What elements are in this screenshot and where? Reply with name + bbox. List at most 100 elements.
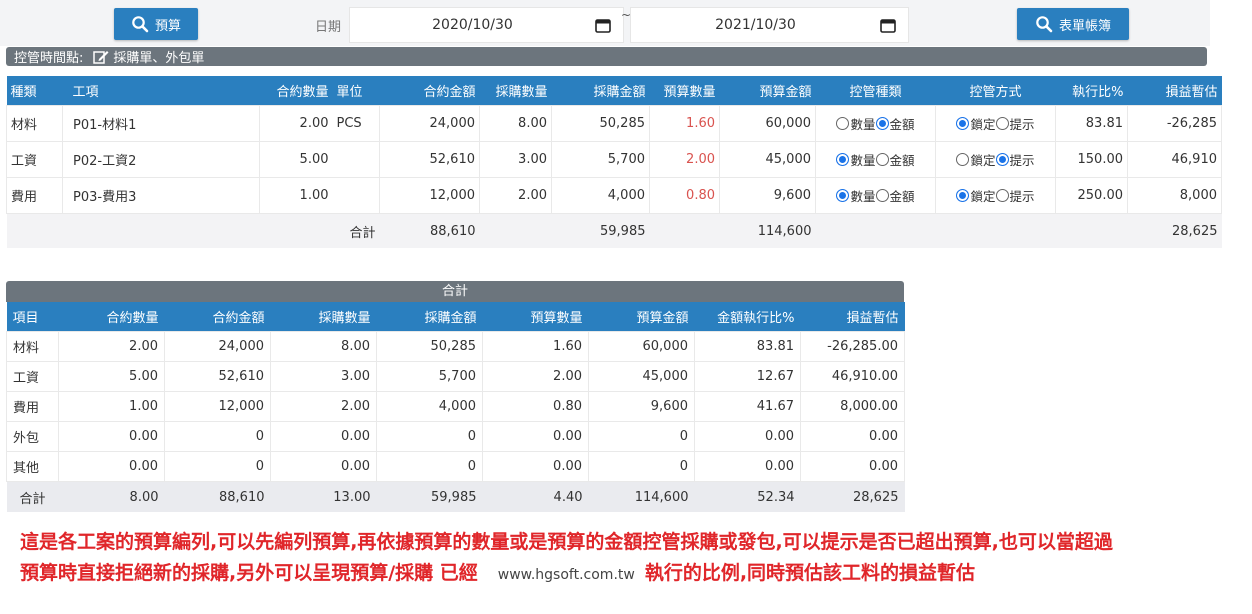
row-contract-qty: 1.00 [259, 177, 333, 214]
mode-hint-radio[interactable]: 提示 [995, 150, 1035, 169]
cell: 12,000 [164, 391, 271, 422]
row-contract-amt: 52,610 [379, 141, 480, 178]
row-profit-loss: 46,910 [1127, 141, 1222, 178]
cell: 其他 [6, 451, 59, 482]
cell: 46,910.00 [800, 361, 905, 392]
col-unit: 單位 [332, 76, 380, 106]
control-qty-radio[interactable]: 數量 [836, 114, 876, 133]
row-budget-amt-input[interactable]: 9,600 [719, 177, 816, 214]
cell: 0.00 [800, 451, 905, 482]
cell: 88,610 [164, 481, 271, 512]
cell: 45,000 [588, 361, 695, 392]
note-line-2a: 預算時直接拒絕新的採購,另外可以呈現預算/採購 已經 [20, 562, 478, 584]
cell: 28,625 [800, 481, 905, 512]
total-contract-amt: 88,610 [379, 213, 480, 248]
mode-lock-radio[interactable]: 鎖定 [956, 150, 996, 169]
radio-icon [875, 189, 889, 202]
top-toolbar: 預算 日期 2020/10/30 ~ 2021/10/30 表單帳簿 [0, 0, 1210, 46]
cell: 2.00 [58, 331, 165, 362]
radio-label: 數量 [850, 117, 876, 132]
cell: 材料 [6, 331, 59, 362]
calendar-icon[interactable] [880, 18, 896, 33]
col-purchase-amt: 採購金額 [551, 76, 650, 106]
cell: 13.00 [270, 481, 377, 512]
control-amt-radio[interactable]: 金額 [875, 114, 915, 133]
control-point-bar: 控管時間點: 採購單、外包單 [6, 47, 1207, 66]
start-date-value: 2020/10/30 [432, 17, 513, 33]
summary-table: 項目 合約數量 合約金額 採購數量 採購金額 預算數量 預算金額 金額執行比% … [6, 302, 905, 512]
row-unit: PCS [332, 105, 380, 142]
mode-lock-radio[interactable]: 鎖定 [956, 186, 996, 205]
control-amt-radio[interactable]: 金額 [875, 150, 915, 169]
calendar-icon[interactable] [595, 18, 611, 33]
cell: 0 [376, 421, 483, 452]
total-empty [649, 213, 720, 248]
control-amt-radio[interactable]: 金額 [875, 186, 915, 205]
summary-row: 外包 0.00 0 0.00 0 0.00 0 0.00 0.00 [6, 421, 905, 452]
control-point-edit[interactable]: 採購單、外包單 [93, 47, 204, 66]
cell: 41.67 [694, 391, 801, 422]
cell: 8.00 [58, 481, 165, 512]
radio-checked-icon [956, 117, 970, 130]
row-control-mode: 鎖定 提示 [935, 105, 1056, 142]
note-line-1: 這是各工案的預算編列,可以先編列預算,再依據預算的數量或是預算的金額控管採購或發… [20, 531, 1113, 553]
radio-label: 鎖定 [970, 189, 996, 204]
sum-col-contract-qty: 合約數量 [58, 302, 165, 332]
end-date-input[interactable]: 2021/10/30 [630, 7, 909, 43]
table-row: 工資 P02-工資2 5.00 52,610 3.00 5,700 2.00 4… [6, 141, 1222, 178]
radio-checked-icon [836, 153, 850, 166]
radio-label: 金額 [889, 117, 915, 132]
row-budget-qty-input[interactable]: 2.00 [649, 141, 720, 178]
report-ledger-button[interactable]: 表單帳簿 [1017, 8, 1129, 40]
cell: 8,000.00 [800, 391, 905, 422]
row-contract-qty: 2.00 [259, 105, 333, 142]
row-budget-amt-input[interactable]: 60,000 [719, 105, 816, 142]
cell: 60,000 [588, 331, 695, 362]
cell: 0 [588, 451, 695, 482]
table-row: 材料 P01-材料1 2.00 PCS 24,000 8.00 50,285 1… [6, 105, 1222, 142]
cell: 3.00 [270, 361, 377, 392]
total-purchase-amt: 59,985 [551, 213, 650, 248]
control-qty-radio[interactable]: 數量 [836, 186, 876, 205]
radio-icon [995, 189, 1009, 202]
budget-button[interactable]: 預算 [114, 8, 198, 40]
row-purchase-qty: 2.00 [479, 177, 552, 214]
row-budget-qty-input[interactable]: 1.60 [649, 105, 720, 142]
col-type: 種類 [6, 76, 63, 106]
summary-row: 費用 1.00 12,000 2.00 4,000 0.80 9,600 41.… [6, 391, 905, 422]
row-profit-loss: -26,285 [1127, 105, 1222, 142]
row-unit [332, 177, 380, 214]
start-date-input[interactable]: 2020/10/30 [349, 7, 624, 43]
control-qty-radio[interactable]: 數量 [836, 150, 876, 169]
cell: 0.00 [58, 421, 165, 452]
edit-icon[interactable] [93, 50, 109, 64]
col-control-mode: 控管方式 [935, 76, 1056, 106]
cell: 0.00 [482, 421, 589, 452]
total-empty [479, 213, 552, 248]
total-empty [815, 213, 1128, 248]
row-budget-amt-input[interactable]: 45,000 [719, 141, 816, 178]
sum-col-amt-ratio: 金額執行比% [694, 302, 801, 332]
mode-lock-radio[interactable]: 鎖定 [956, 114, 996, 133]
mode-hint-radio[interactable]: 提示 [995, 114, 1035, 133]
row-control-mode: 鎖定 提示 [935, 177, 1056, 214]
cell: 2.00 [482, 361, 589, 392]
total-row: 合計 88,610 59,985 114,600 28,625 [6, 213, 1222, 248]
cell: 0.00 [694, 421, 801, 452]
row-item: P03-費用3 [62, 177, 260, 214]
mode-hint-radio[interactable]: 提示 [995, 186, 1035, 205]
cell: 0.00 [270, 451, 377, 482]
row-profit-loss: 8,000 [1127, 177, 1222, 214]
radio-label: 提示 [1009, 117, 1035, 132]
sum-col-profit-loss: 損益暫估 [800, 302, 905, 332]
row-budget-qty-input[interactable]: 0.80 [649, 177, 720, 214]
budget-button-label: 預算 [154, 18, 181, 34]
cell: 4,000 [376, 391, 483, 422]
row-control-type: 數量 金額 [815, 105, 936, 142]
search-icon [1036, 16, 1053, 33]
radio-icon [875, 153, 889, 166]
col-profit-loss: 損益暫估 [1127, 76, 1222, 106]
radio-checked-icon [995, 153, 1009, 166]
cell: 4.40 [482, 481, 589, 512]
col-purchase-qty: 採購數量 [479, 76, 552, 106]
